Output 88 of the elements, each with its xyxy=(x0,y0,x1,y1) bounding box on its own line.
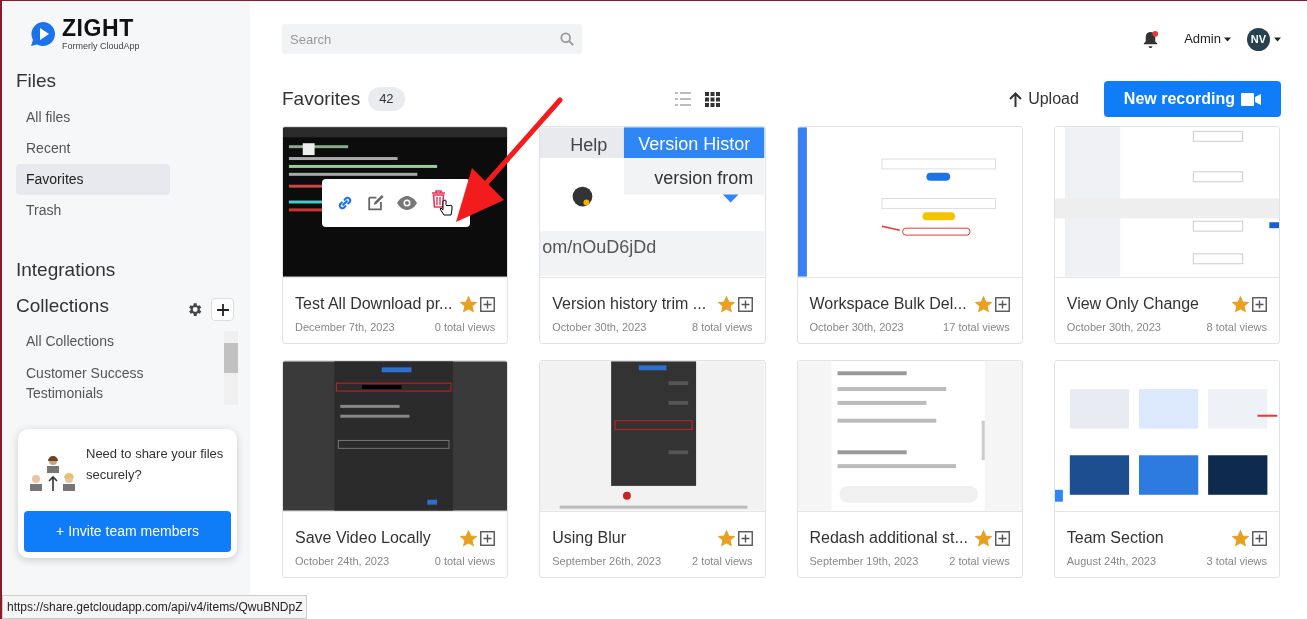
search-field[interactable]: Search xyxy=(282,24,582,54)
view-count: 17 total views xyxy=(943,320,1010,335)
logo-icon xyxy=(30,21,56,47)
sidebar-item[interactable]: Recent xyxy=(16,132,170,164)
file-card[interactable]: Using Blur September 26th, 2023 2 total views xyxy=(539,360,766,578)
file-card[interactable]: View Only Change October 30th, 2023 8 total views xyxy=(1053,126,1280,344)
star-icon[interactable] xyxy=(974,295,992,313)
file-title[interactable]: Redash additional st... xyxy=(809,526,968,550)
scrollbar[interactable] xyxy=(224,331,238,405)
promo-text: Need to share your files securely? xyxy=(86,445,225,484)
star-icon[interactable] xyxy=(1232,529,1249,547)
file-title[interactable]: Team Section xyxy=(1066,526,1164,550)
add-collection-button[interactable] xyxy=(211,298,234,321)
file-date: October 30th, 2023 xyxy=(552,320,647,335)
file-title[interactable]: Workspace Bulk Del... xyxy=(809,292,967,316)
avatar: NV xyxy=(1247,27,1270,51)
view-count: 2 total views xyxy=(949,554,1010,569)
file-title[interactable]: Version history trim ... xyxy=(552,292,707,316)
section-heading: Files xyxy=(16,69,58,93)
file-card[interactable]: Test All Download pr... December 7th, 2023 0 total views xyxy=(282,126,509,344)
invite-button[interactable]: + Invite team members xyxy=(24,511,231,552)
sidebar-item[interactable]: Trash xyxy=(16,194,170,226)
add-to-collection-icon[interactable] xyxy=(994,296,1010,312)
file-card[interactable]: Workspace Bulk Del... October 30th, 2023 17 total views xyxy=(796,126,1023,344)
star-icon[interactable] xyxy=(460,529,478,547)
plus-icon xyxy=(216,303,229,316)
sidebar-item[interactable]: All files xyxy=(16,101,170,133)
logo-tagline: Formerly CloudApp xyxy=(62,42,140,51)
sidebar-item[interactable]: Favorites xyxy=(16,163,170,195)
view-count: 2 total views xyxy=(691,554,753,569)
page-title: Favorites xyxy=(282,86,361,111)
notification-bell-icon[interactable] xyxy=(1141,29,1161,49)
file-card[interactable]: Team Section August 24th, 2023 3 total views xyxy=(1053,360,1280,578)
file-date: August 24th, 2023 xyxy=(1066,554,1157,569)
view-count: 8 total views xyxy=(1206,320,1267,335)
menu-text: version from xyxy=(654,167,754,190)
eye-icon[interactable] xyxy=(396,196,419,210)
caret-icon xyxy=(1274,36,1281,42)
file-date: October 30th, 2023 xyxy=(1066,320,1161,335)
upload-button[interactable]: Upload xyxy=(1009,87,1079,111)
file-title[interactable]: View Only Change xyxy=(1066,292,1199,316)
caret-icon xyxy=(1224,36,1231,42)
logo-wordmark: ZIGHT xyxy=(62,17,135,40)
star-icon[interactable] xyxy=(1232,295,1249,313)
file-date: October 30th, 2023 xyxy=(809,320,904,335)
file-date: October 24th, 2023 xyxy=(295,554,390,569)
file-title[interactable]: Save Video Locally xyxy=(295,526,431,550)
menu-text: Version Histor xyxy=(638,133,751,156)
view-count: 0 total views xyxy=(434,320,496,335)
add-to-collection-icon[interactable] xyxy=(480,530,496,546)
star-icon[interactable] xyxy=(717,529,735,547)
add-to-collection-icon[interactable] xyxy=(1252,530,1267,546)
section-heading[interactable]: Integrations xyxy=(16,255,238,284)
star-icon[interactable] xyxy=(460,295,478,313)
file-date: December 7th, 2023 xyxy=(295,320,395,335)
count-badge: 42 xyxy=(368,87,405,111)
admin-menu[interactable]: Admin xyxy=(1184,29,1231,49)
view-count: 0 total views xyxy=(434,554,496,569)
add-to-collection-icon[interactable] xyxy=(480,296,496,312)
status-url: https://share.getcloudapp.com/api/v4/items/QwuBNDpZ xyxy=(2,595,308,619)
edit-icon[interactable] xyxy=(365,194,385,212)
new-recording-button[interactable]: New recording xyxy=(1103,81,1281,117)
star-icon[interactable] xyxy=(717,295,735,313)
search-icon[interactable] xyxy=(560,32,574,46)
file-card[interactable]: Help Version Histor version from om/nOuD6jDd Version history trim ... October 30th, 2023 8 total views xyxy=(539,126,766,344)
star-icon[interactable] xyxy=(974,529,992,547)
add-to-collection-icon[interactable] xyxy=(737,530,753,546)
file-date: September 19th, 2023 xyxy=(809,554,919,569)
add-to-collection-icon[interactable] xyxy=(737,296,753,312)
file-card[interactable]: Save Video Locally October 24th, 2023 0 total views xyxy=(282,360,509,578)
file-title[interactable]: Test All Download pr... xyxy=(295,292,453,316)
url-text: om/nOuD6jDd xyxy=(542,236,657,259)
collection-item[interactable]: All Collections xyxy=(26,331,146,351)
add-to-collection-icon[interactable] xyxy=(1252,296,1267,312)
collection-item[interactable]: Customer Success Testimonials xyxy=(26,363,146,403)
video-camera-icon xyxy=(1241,92,1261,106)
add-to-collection-icon[interactable] xyxy=(994,530,1010,546)
grid-view-icon[interactable] xyxy=(704,91,720,107)
file-card[interactable]: Redash additional st... September 19th, 2023 2 total views xyxy=(796,360,1023,578)
avatar-menu[interactable]: NV xyxy=(1247,27,1281,51)
section-heading: Collections xyxy=(16,294,109,319)
settings-icon[interactable] xyxy=(186,301,203,318)
view-count: 8 total views xyxy=(691,320,753,335)
file-date: September 26th, 2023 xyxy=(552,554,662,569)
menu-text: Help xyxy=(570,134,608,157)
file-title[interactable]: Using Blur xyxy=(552,526,627,550)
view-count: 3 total views xyxy=(1206,554,1267,569)
arrow-up-icon xyxy=(1009,91,1023,107)
